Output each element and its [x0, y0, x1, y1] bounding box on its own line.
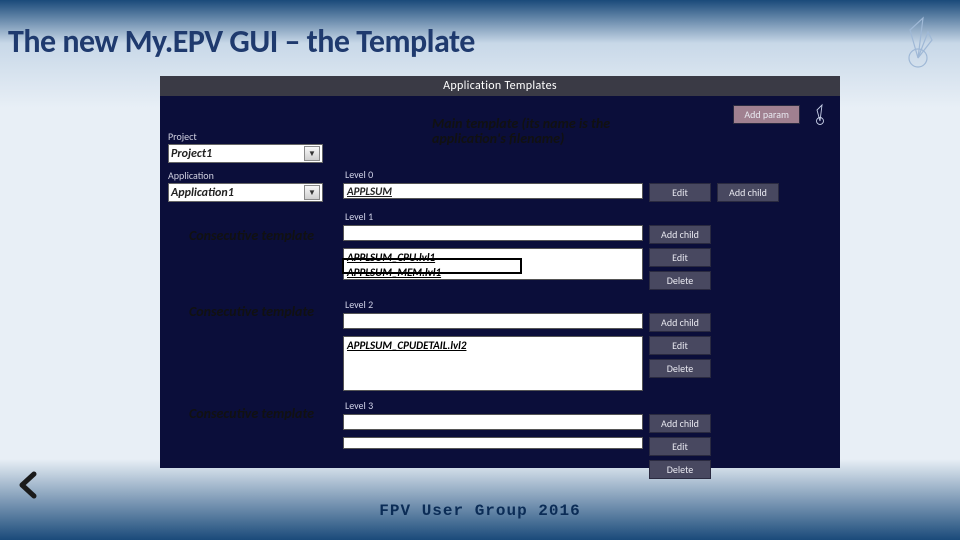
level2-listbox[interactable]: APPLSUM_CPUDETAIL.lvl2: [343, 336, 643, 391]
level0-input[interactable]: APPLSUM: [343, 183, 643, 199]
level2-label: Level 2: [345, 298, 832, 311]
level3-edit-button[interactable]: Edit: [649, 437, 711, 456]
annotation-consecutive-2: Consecutive template: [189, 304, 314, 319]
application-value: Application1: [171, 186, 234, 200]
level2-input[interactable]: [343, 313, 643, 329]
level2-delete-button[interactable]: Delete: [649, 359, 711, 378]
project-select[interactable]: Project1 ▼: [168, 144, 323, 163]
level3-input[interactable]: [343, 414, 643, 430]
brand-logo-small-icon: [808, 102, 832, 126]
level0-edit-button[interactable]: Edit: [649, 183, 711, 202]
highlight-box-icon: [342, 258, 522, 274]
application-select[interactable]: Application1 ▼: [168, 183, 323, 202]
level1-add-child-button[interactable]: Add child: [649, 225, 711, 244]
app-window-title: Application Templates: [160, 76, 840, 96]
level0-value: APPLSUM: [347, 185, 392, 198]
level1-label: Level 1: [345, 210, 832, 223]
level0-add-child-button[interactable]: Add child: [717, 183, 779, 202]
level3-label: Level 3: [345, 399, 832, 412]
slide-footer: FPV User Group 2016: [0, 502, 960, 520]
level1-input[interactable]: [343, 225, 643, 241]
level3-delete-button[interactable]: Delete: [649, 460, 711, 479]
annotation-main-template: Main template (its name is the applicati…: [432, 116, 662, 147]
brand-logo-icon: [888, 10, 948, 70]
project-label: Project: [168, 130, 333, 143]
level2-add-child-button[interactable]: Add child: [649, 313, 711, 332]
add-param-button[interactable]: Add param: [733, 105, 800, 124]
annotation-consecutive-1: Consecutive template: [189, 228, 314, 243]
chevron-down-icon: ▼: [304, 146, 320, 161]
annotation-consecutive-3: Consecutive template: [189, 406, 314, 421]
project-value: Project1: [171, 147, 212, 161]
level0-label: Level 0: [345, 168, 832, 181]
level3-add-child-button[interactable]: Add child: [649, 414, 711, 433]
level1-edit-button[interactable]: Edit: [649, 248, 711, 267]
slide-title: The new My.EPV GUI – the Template: [0, 0, 960, 61]
chevron-back-icon[interactable]: [14, 470, 44, 500]
application-label: Application: [168, 169, 333, 182]
list-item: APPLSUM_CPUDETAIL.lvl2: [344, 338, 642, 353]
level1-delete-button[interactable]: Delete: [649, 271, 711, 290]
level2-edit-button[interactable]: Edit: [649, 336, 711, 355]
chevron-down-icon: ▼: [304, 185, 320, 200]
level3-listbox[interactable]: [343, 437, 643, 449]
